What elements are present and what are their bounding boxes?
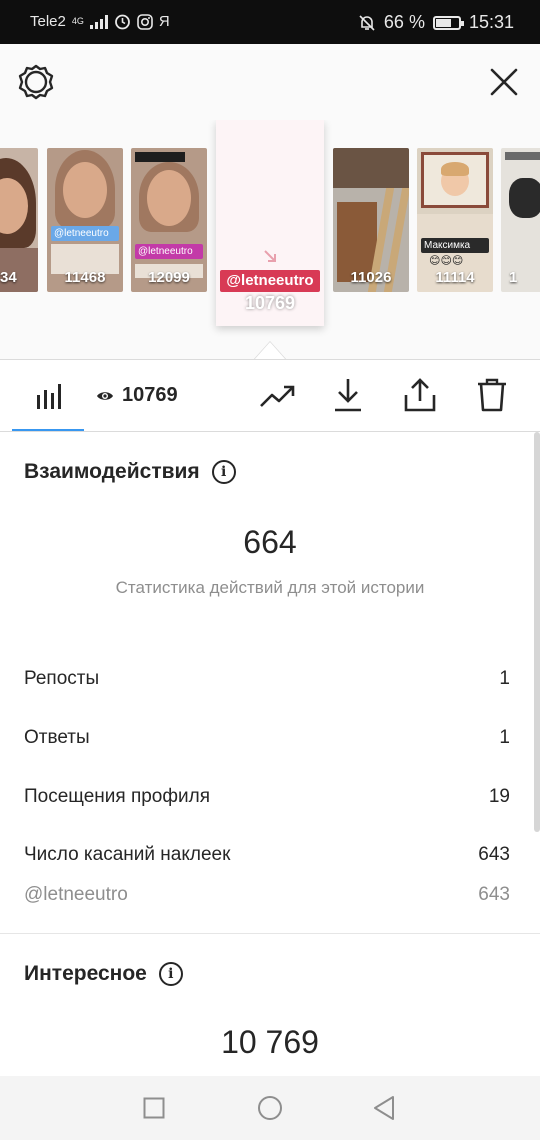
- system-nav-bar: [0, 1076, 540, 1140]
- active-tab-indicator: [12, 429, 84, 431]
- interactions-subtitle: Статистика действий для этой истории: [115, 578, 425, 597]
- share-icon[interactable]: [400, 374, 440, 416]
- story-views: 11468: [64, 269, 106, 286]
- trending-up-icon[interactable]: [256, 376, 300, 416]
- stat-value: 643: [478, 884, 510, 905]
- stat-label: @letneeutro: [24, 884, 128, 905]
- story-views: 1734: [0, 269, 17, 286]
- emoji-row: 😊😊😊: [429, 255, 464, 267]
- stat-label: Ответы: [24, 727, 90, 748]
- scrollbar[interactable]: [534, 432, 540, 832]
- stat-value: 1: [499, 727, 510, 748]
- story-thumbnail[interactable]: @letneeutro 11468: [47, 148, 123, 292]
- back-icon[interactable]: [368, 1092, 400, 1124]
- info-icon[interactable]: i: [211, 460, 236, 484]
- selection-pointer: [254, 342, 286, 359]
- stat-row-mention-sticker: @letneeutro 643: [24, 884, 510, 906]
- toolbar-views-count: 10769: [122, 384, 178, 406]
- interactions-title: Взаимодействия: [24, 460, 200, 483]
- story-mention-tag: @letneeutro: [135, 244, 203, 259]
- instagram-icon: [137, 13, 153, 30]
- stat-label: Репосты: [24, 668, 100, 689]
- stat-row-profile-visits: Посещения профиля 19: [24, 786, 510, 808]
- home-icon[interactable]: [254, 1092, 286, 1124]
- alarm-icon: [114, 14, 130, 30]
- close-icon[interactable]: [484, 62, 524, 102]
- yandex-icon: Я: [158, 13, 170, 30]
- story-thumbnail[interactable]: Максимка 😊😊😊 11114: [417, 148, 493, 292]
- story-mention-tag: @letneeutro: [51, 226, 119, 241]
- insights-toolbar: 10769: [0, 360, 540, 432]
- stat-label: Число касаний наклеек: [24, 844, 231, 865]
- discovery-title: Интересное: [24, 962, 147, 985]
- eye-icon: [97, 391, 113, 400]
- stat-row-reposts: Репосты 1: [24, 668, 510, 690]
- stat-value: 19: [488, 786, 510, 807]
- story-views: 11114: [435, 269, 475, 286]
- selected-story-views: 10769: [244, 293, 296, 313]
- story-caption-tag: Максимка: [421, 238, 489, 253]
- clock: 15:31: [468, 12, 514, 32]
- settings-gear-icon[interactable]: [16, 62, 56, 102]
- trash-icon[interactable]: [472, 374, 512, 416]
- story-thumbnail[interactable]: @letneeutro 12099: [131, 148, 207, 292]
- story-insights-header: [0, 44, 540, 120]
- status-left: Tele2 4G Я: [30, 13, 170, 30]
- battery-icon: [432, 15, 464, 30]
- story-thumbnail-strip[interactable]: 1734 @letneeutro 11468 @letneeutro 12099…: [0, 120, 540, 360]
- info-icon[interactable]: i: [158, 962, 183, 986]
- story-views: 11026: [350, 269, 392, 286]
- discovery-heading: Интересное i: [24, 962, 183, 986]
- battery-percent: 66 %: [383, 12, 425, 32]
- bar-chart-icon[interactable]: [24, 376, 72, 416]
- story-thumbnail-selected[interactable]: @letneeutro 10769: [216, 120, 324, 326]
- signal-icon: [89, 14, 108, 29]
- status-right: 66 % 15:31: [358, 12, 514, 33]
- recent-apps-icon[interactable]: [138, 1092, 170, 1124]
- stat-row-replies: Ответы 1: [24, 727, 510, 749]
- carrier-name: Tele2: [30, 13, 66, 30]
- story-thumbnail[interactable]: 1734: [0, 148, 38, 292]
- stat-label: Посещения профиля: [24, 786, 210, 807]
- story-views: 1: [509, 269, 518, 286]
- mute-bell-icon: [359, 14, 375, 31]
- sticker-arrow-icon: [264, 250, 276, 262]
- status-bar: Tele2 4G Я 66 % 15:31: [0, 0, 540, 44]
- section-divider: [0, 933, 540, 934]
- stat-value: 643: [478, 844, 510, 865]
- stat-row-sticker-taps: Число касаний наклеек 643: [24, 844, 510, 866]
- interactions-total: 664: [243, 524, 297, 560]
- story-views: 12099: [148, 269, 190, 286]
- selected-story-mention-tag: @letneeutro: [220, 270, 320, 292]
- interactions-heading: Взаимодействия i: [24, 460, 236, 484]
- download-icon[interactable]: [328, 374, 368, 416]
- stat-value: 1: [499, 668, 510, 689]
- network-type: 4G: [71, 16, 84, 26]
- story-thumbnail[interactable]: 1: [501, 148, 540, 292]
- discovery-total: 10 769: [221, 1024, 319, 1060]
- toolbar-views: 10769: [96, 384, 178, 407]
- story-thumbnail[interactable]: 11026: [333, 148, 409, 292]
